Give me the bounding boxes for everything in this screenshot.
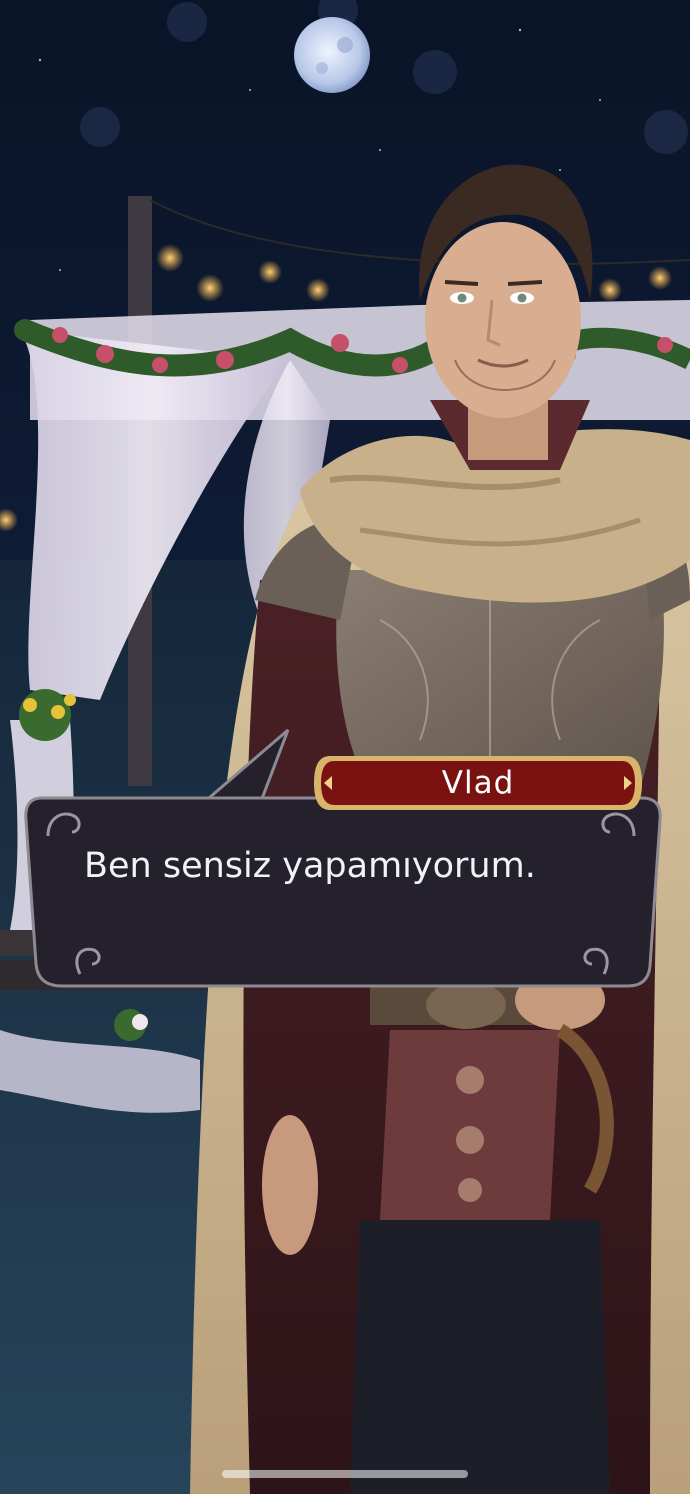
home-indicator[interactable] [222,1470,468,1478]
moon-icon [294,17,370,93]
speaker-name: Vlad [441,765,515,801]
dialogue-box[interactable]: Vlad Ben sensiz yapamıyorum. [22,728,662,990]
dialogue-text: Ben sensiz yapamıyorum. [84,846,536,886]
